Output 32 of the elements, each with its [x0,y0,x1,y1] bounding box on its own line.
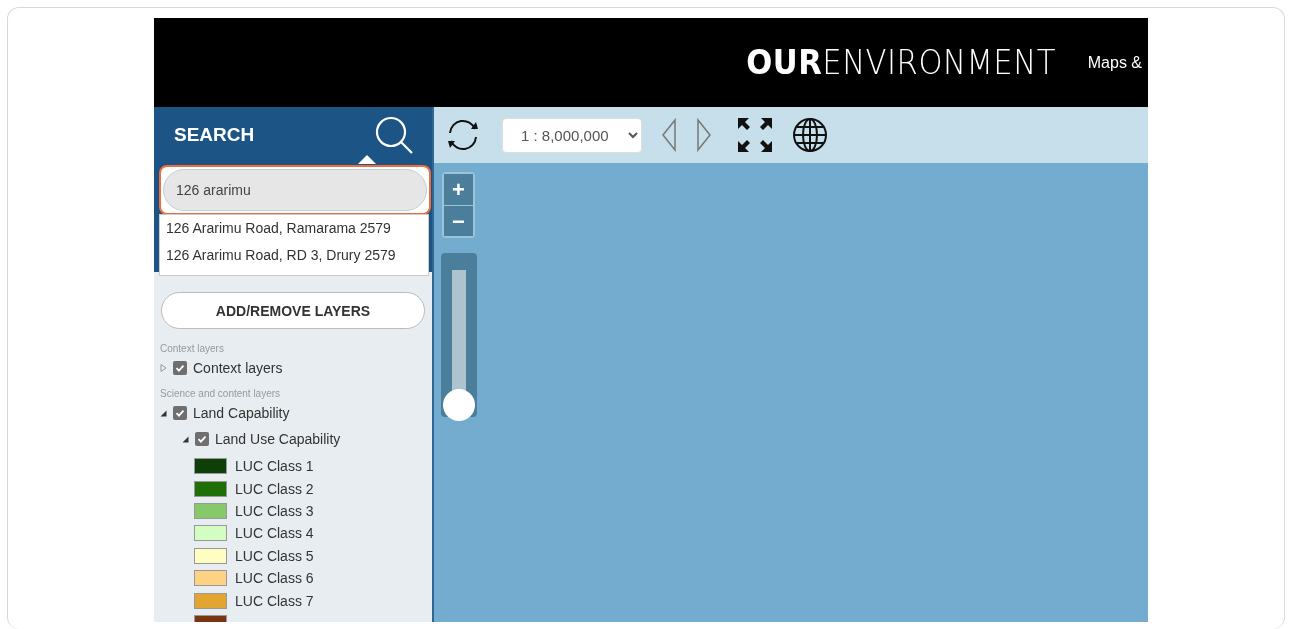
collapse-icon[interactable] [182,435,189,443]
scale-dropdown[interactable]: 1 : 8,000,000 [502,117,642,153]
collapse-icon[interactable] [160,409,167,417]
search-field[interactable]: 126 ararimu [163,169,427,211]
legend-label: LUC Class 3 [235,502,314,519]
slider-thumb[interactable] [443,389,475,421]
nav-link[interactable]: Maps & [1087,53,1142,72]
suggestion-item[interactable]: 126 Ararimu Road, Ramarama 2579 [160,217,428,244]
search-icon[interactable] [374,115,414,155]
layer-label[interactable]: Context layers [193,360,283,376]
zoom-out-button[interactable]: − [444,205,473,236]
fullscreen-icon[interactable] [737,117,773,153]
suggestion-item[interactable]: 126 Ararimu Road, RD 3, Drury 2579 [160,244,428,271]
checkbox[interactable] [173,361,187,375]
forward-arrow-icon[interactable] [695,118,713,152]
globe-icon[interactable] [792,117,828,153]
checkbox[interactable] [173,406,187,420]
section-heading: Science and content layers [160,388,282,399]
checkbox[interactable] [195,432,209,446]
legend-label: LUC Class 7 [235,592,314,609]
section-heading: Context layers [160,343,225,354]
layer-label[interactable]: Land Use Capability [215,431,341,447]
legend-label: LUC Class 2 [235,480,314,497]
legend-label: LUC Class 4 [235,525,314,542]
site-logo[interactable]: OURENVIRONMENT [746,43,1056,82]
legend-label: LUC Class 5 [235,547,314,564]
legend-label: LUC Class 6 [235,570,314,587]
search-title: SEARCH [174,124,255,146]
layer-label[interactable]: Land Capability [193,405,290,421]
legend-label: LUC Class 1 [235,458,314,475]
add-remove-layers-button[interactable]: ADD/REMOVE LAYERS [161,292,425,329]
back-arrow-icon[interactable] [660,118,678,152]
